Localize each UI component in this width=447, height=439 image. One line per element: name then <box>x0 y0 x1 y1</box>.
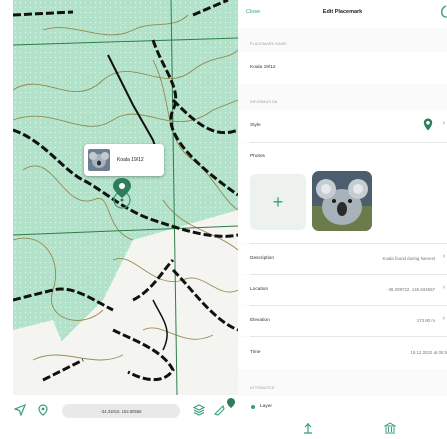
layers-icon[interactable] <box>192 403 206 421</box>
photos-label: Photos <box>250 154 265 159</box>
plus-icon: + <box>272 191 284 212</box>
coordinates-readout[interactable]: -34.31810, 152.80556 <box>62 404 180 418</box>
pin-marker-icon[interactable] <box>226 396 236 414</box>
time-value: 19.12.2022 at 05:5 <box>410 350 447 355</box>
koala-thumbnail <box>88 149 110 171</box>
layer-row[interactable]: Layer <box>238 396 447 415</box>
koala-photo[interactable] <box>312 171 372 231</box>
layer-dot-icon <box>251 405 255 409</box>
ruler-icon[interactable] <box>213 403 225 421</box>
placemark-pin-icon[interactable] <box>112 178 132 217</box>
museum-icon[interactable] <box>383 421 397 439</box>
location-label: Location <box>250 287 269 292</box>
elevation-row[interactable]: Elevation 173.90 m › <box>238 306 447 336</box>
tab-bar <box>238 415 447 437</box>
elevation-label: Elevation <box>250 318 270 323</box>
chevron-right-icon: › <box>442 315 445 322</box>
style-row[interactable]: Style › <box>238 110 447 142</box>
chevron-right-icon: › <box>442 120 445 127</box>
chevron-right-icon: › <box>442 253 445 260</box>
edit-placemark-panel: Close Edit Placemark Placemark name Koal… <box>238 0 447 437</box>
location-row[interactable]: Location -38.299722, 146.634657 › <box>238 275 447 305</box>
layer-label: Layer <box>260 404 272 409</box>
location-value: -38.299722, 146.634657 <box>387 287 435 292</box>
section-attributes: Attributes <box>250 386 275 390</box>
style-pin-icon <box>423 118 433 136</box>
geotag-icon[interactable] <box>302 421 314 439</box>
time-row[interactable]: Time 19.12.2022 at 05:5 <box>238 337 447 369</box>
description-row[interactable]: Description Koala found during harvest › <box>238 244 447 274</box>
description-value: Koala found during harvest <box>382 256 435 261</box>
name-value[interactable]: Koala 19/12 <box>250 65 276 70</box>
style-label: Style <box>250 123 261 128</box>
location-pin-icon[interactable] <box>37 403 49 421</box>
add-photo-button[interactable]: + <box>250 174 306 230</box>
section-placemark-name: Placemark name <box>250 42 287 46</box>
name-field[interactable]: Koala 19/12 <box>238 52 447 84</box>
placemark-callout[interactable]: Koala 19/12 <box>84 144 164 176</box>
nav-bar: Close Edit Placemark <box>238 0 447 28</box>
page-title: Edit Placemark <box>322 9 363 15</box>
section-information: Information <box>250 100 278 104</box>
map-view[interactable]: Koala 19/12 -34.31810, 152.80556 <box>0 0 238 437</box>
map-bottom-bar: -34.31810, 152.80556 <box>0 398 238 428</box>
chevron-right-icon: › <box>442 284 445 291</box>
time-label: Time <box>250 350 261 355</box>
description-label: Description <box>250 256 274 261</box>
save-icon[interactable] <box>440 5 447 21</box>
navigate-arrow-icon[interactable] <box>13 403 27 421</box>
callout-title: Koala 19/12 <box>117 157 144 163</box>
elevation-value: 173.90 m <box>416 318 435 323</box>
